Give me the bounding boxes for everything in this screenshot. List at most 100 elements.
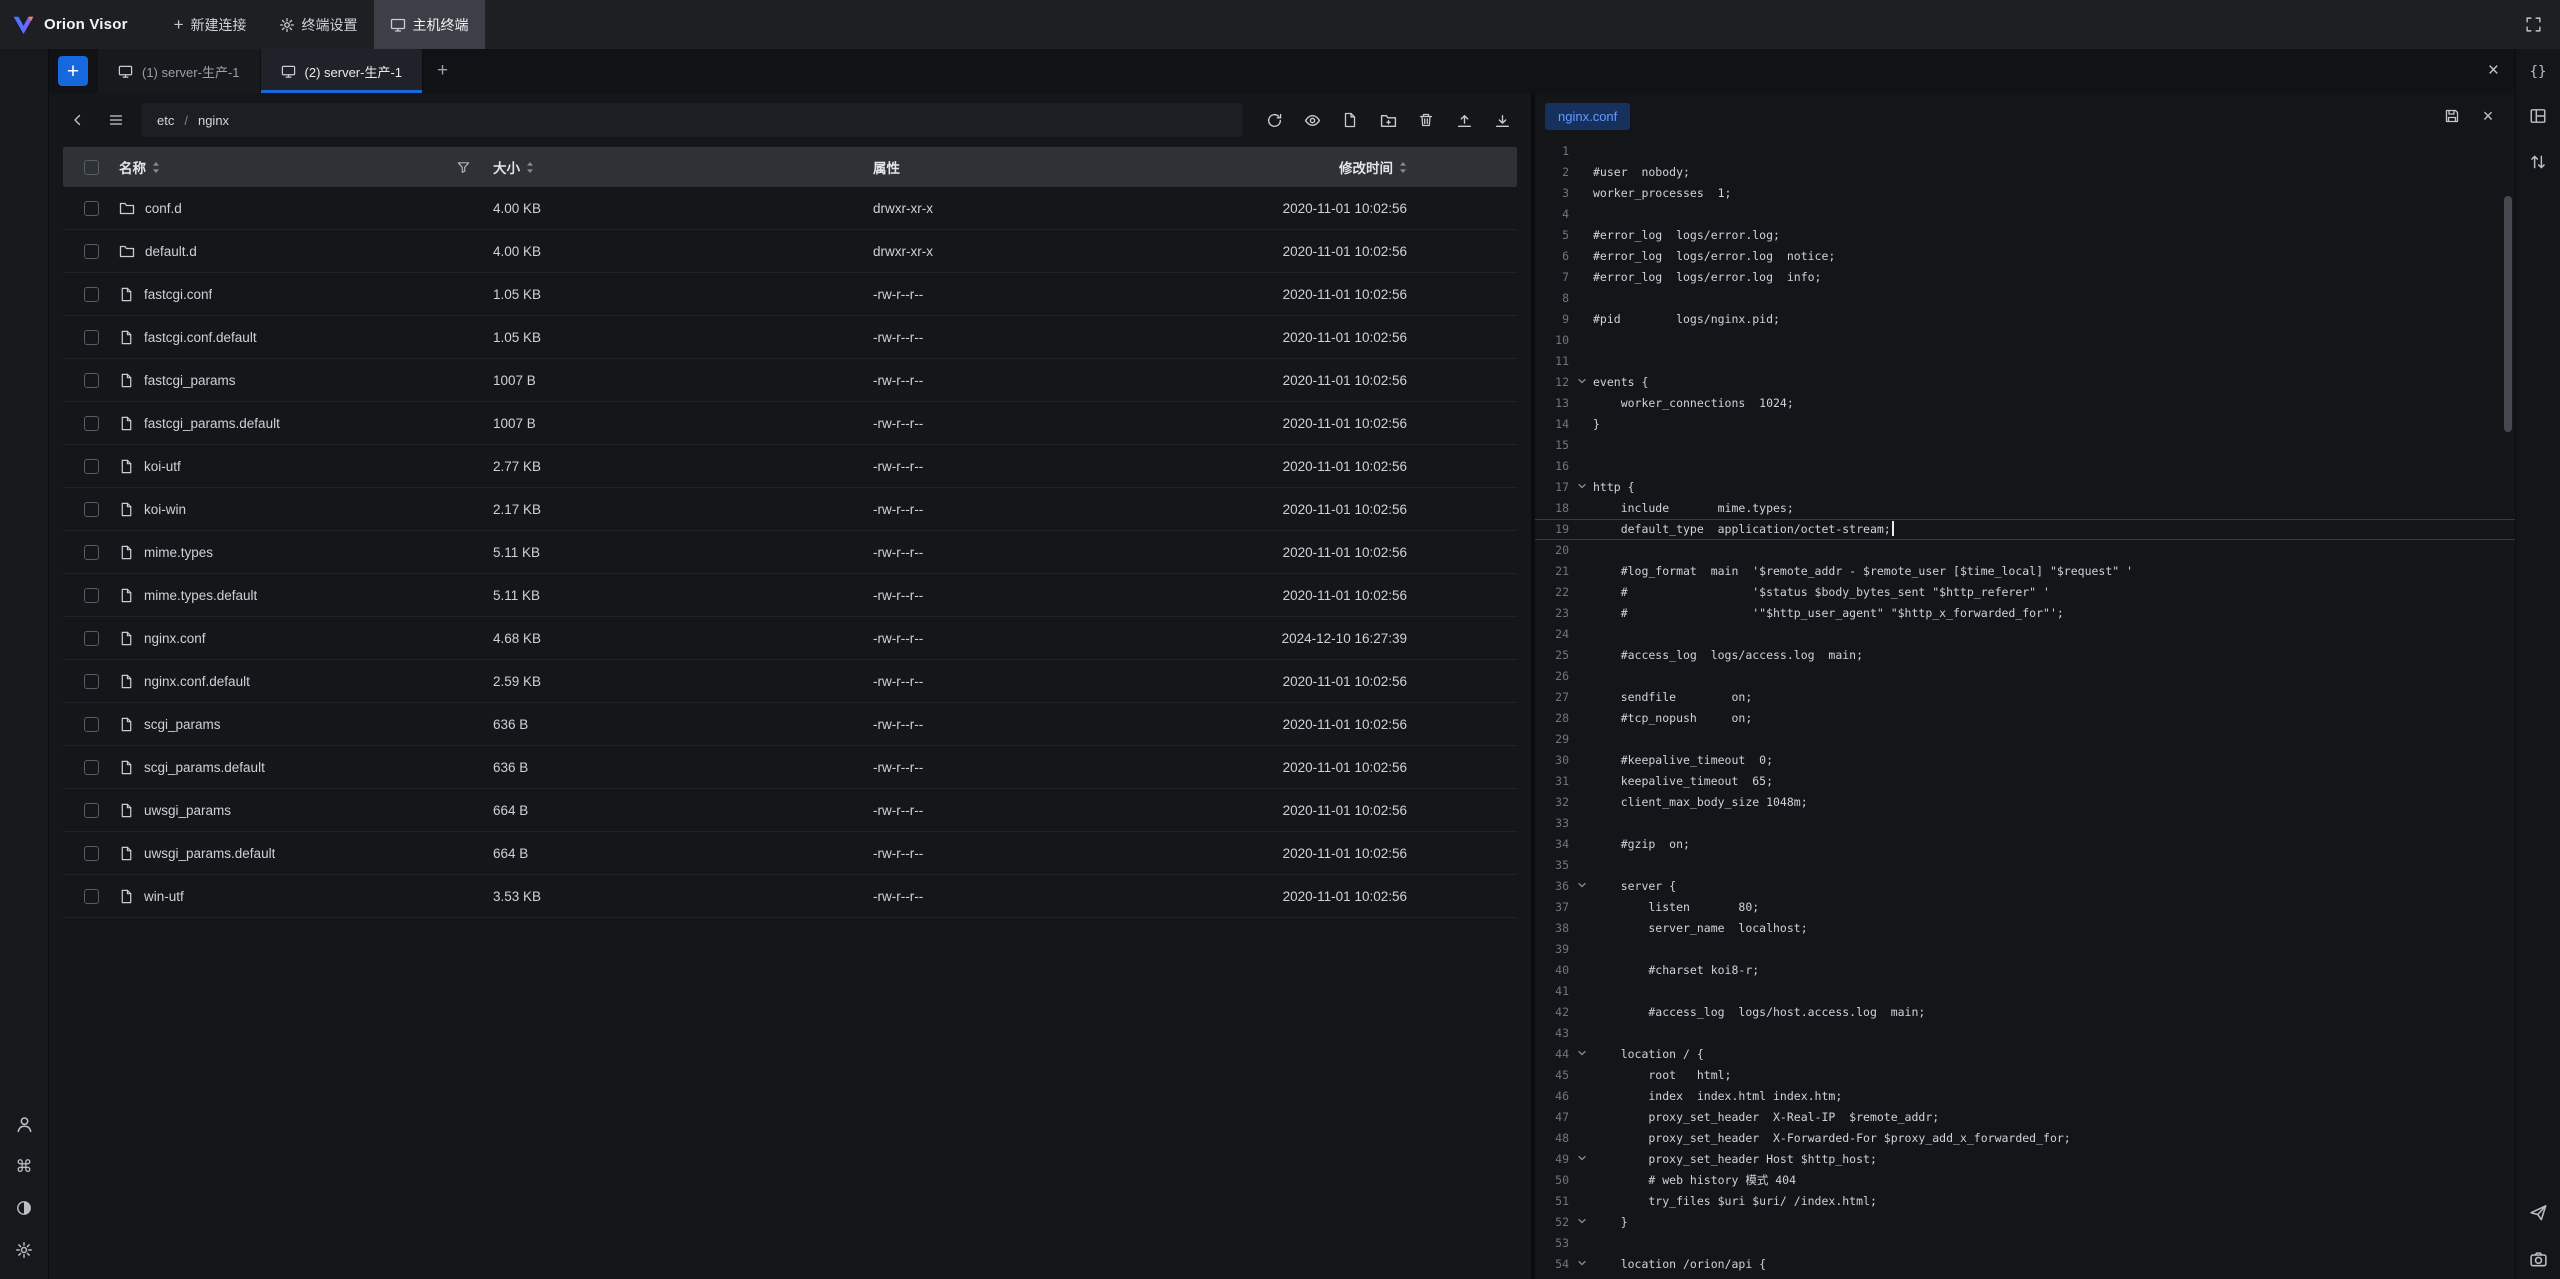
- sort-name-icon[interactable]: [152, 161, 160, 174]
- file-name[interactable]: scgi_params.default: [144, 760, 265, 775]
- file-row[interactable]: nginx.conf.default 2.59 KB -rw-r--r-- 20…: [63, 660, 1517, 703]
- file-name[interactable]: conf.d: [145, 201, 182, 216]
- row-checkbox[interactable]: [84, 201, 99, 216]
- file-row[interactable]: scgi_params 636 B -rw-r--r-- 2020-11-01 …: [63, 703, 1517, 746]
- filter-icon[interactable]: [456, 160, 471, 175]
- download-icon[interactable]: [1487, 105, 1517, 135]
- fold-chevron-icon[interactable]: [1577, 372, 1587, 393]
- file-row[interactable]: fastcgi_params 1007 B -rw-r--r-- 2020-11…: [63, 359, 1517, 402]
- fold-chevron-icon[interactable]: [1577, 876, 1587, 897]
- file-row[interactable]: uwsgi_params 664 B -rw-r--r-- 2020-11-01…: [63, 789, 1517, 832]
- row-checkbox[interactable]: [84, 416, 99, 431]
- file-row[interactable]: nginx.conf 4.68 KB -rw-r--r-- 2024-12-10…: [63, 617, 1517, 660]
- screenshot-camera-icon[interactable]: [2529, 1250, 2548, 1269]
- editor-close-icon[interactable]: ×: [2475, 103, 2501, 129]
- refresh-icon[interactable]: [1259, 105, 1289, 135]
- json-braces-icon[interactable]: {}: [2530, 65, 2547, 79]
- user-icon[interactable]: [15, 1115, 34, 1134]
- row-checkbox[interactable]: [84, 373, 99, 388]
- fold-chevron-icon[interactable]: [1577, 1044, 1587, 1065]
- terminal-tab[interactable]: (2) server-生产-1: [261, 49, 424, 93]
- file-row[interactable]: win-utf 3.53 KB -rw-r--r-- 2020-11-01 10…: [63, 875, 1517, 918]
- file-name[interactable]: nginx.conf.default: [144, 674, 250, 689]
- menu-terminal-settings[interactable]: 终端设置: [263, 0, 374, 49]
- file-row[interactable]: scgi_params.default 636 B -rw-r--r-- 202…: [63, 746, 1517, 789]
- file-row[interactable]: default.d 4.00 KB drwxr-xr-x 2020-11-01 …: [63, 230, 1517, 273]
- file-row[interactable]: mime.types 5.11 KB -rw-r--r-- 2020-11-01…: [63, 531, 1517, 574]
- breadcrumb-item-etc[interactable]: etc: [157, 113, 174, 128]
- file-row[interactable]: uwsgi_params.default 664 B -rw-r--r-- 20…: [63, 832, 1517, 875]
- file-row[interactable]: fastcgi.conf.default 1.05 KB -rw-r--r-- …: [63, 316, 1517, 359]
- close-icon[interactable]: ×: [2484, 60, 2503, 82]
- row-checkbox[interactable]: [84, 502, 99, 517]
- file-name[interactable]: nginx.conf: [144, 631, 206, 646]
- swap-vertical-icon[interactable]: [2529, 153, 2547, 171]
- file-name[interactable]: fastcgi_params.default: [144, 416, 280, 431]
- new-terminal-button[interactable]: +: [58, 56, 88, 86]
- file-row[interactable]: mime.types.default 5.11 KB -rw-r--r-- 20…: [63, 574, 1517, 617]
- row-checkbox[interactable]: [84, 717, 99, 732]
- file-name[interactable]: default.d: [145, 244, 197, 259]
- command-icon[interactable]: ⌘: [16, 1158, 33, 1175]
- menu-new-connection[interactable]: + 新建连接: [158, 0, 263, 49]
- file-name[interactable]: mime.types: [144, 545, 213, 560]
- row-checkbox[interactable]: [84, 889, 99, 904]
- file-name[interactable]: koi-win: [144, 502, 186, 517]
- file-row[interactable]: fastcgi.conf 1.05 KB -rw-r--r-- 2020-11-…: [63, 273, 1517, 316]
- file-name[interactable]: win-utf: [144, 889, 184, 904]
- code-editor[interactable]: 1 2: [1535, 139, 2515, 1279]
- file-name[interactable]: fastcgi.conf.default: [144, 330, 257, 345]
- file-row[interactable]: koi-utf 2.77 KB -rw-r--r-- 2020-11-01 10…: [63, 445, 1517, 488]
- fold-chevron-icon[interactable]: [1577, 477, 1587, 498]
- row-checkbox[interactable]: [84, 674, 99, 689]
- row-checkbox[interactable]: [84, 330, 99, 345]
- row-checkbox[interactable]: [84, 803, 99, 818]
- row-checkbox[interactable]: [84, 287, 99, 302]
- new-file-icon[interactable]: [1335, 105, 1365, 135]
- fold-chevron-icon[interactable]: [1577, 1212, 1587, 1233]
- file-name[interactable]: uwsgi_params: [144, 803, 231, 818]
- show-hidden-eye-icon[interactable]: [1297, 105, 1327, 135]
- editor-file-tab[interactable]: nginx.conf: [1545, 103, 1630, 130]
- row-checkbox[interactable]: [84, 846, 99, 861]
- list-view-icon[interactable]: [101, 105, 131, 135]
- new-folder-icon[interactable]: [1373, 105, 1403, 135]
- file-name[interactable]: fastcgi_params: [144, 373, 236, 388]
- file-size: 2.17 KB: [493, 502, 873, 517]
- sort-size-icon[interactable]: [526, 161, 534, 174]
- upload-icon[interactable]: [1449, 105, 1479, 135]
- save-icon[interactable]: [2439, 103, 2465, 129]
- row-checkbox[interactable]: [84, 459, 99, 474]
- fullscreen-icon[interactable]: [2520, 12, 2546, 38]
- row-checkbox[interactable]: [84, 760, 99, 775]
- file-perms: -rw-r--r--: [873, 803, 1253, 818]
- delete-trash-icon[interactable]: [1411, 105, 1441, 135]
- breadcrumb-item-nginx[interactable]: nginx: [198, 113, 229, 128]
- row-checkbox[interactable]: [84, 588, 99, 603]
- send-command-icon[interactable]: [2529, 1203, 2548, 1222]
- settings-gear-icon[interactable]: [15, 1241, 33, 1259]
- menu-host-terminal[interactable]: 主机终端: [374, 0, 485, 49]
- layout-panels-icon[interactable]: [2529, 107, 2547, 125]
- file-name[interactable]: koi-utf: [144, 459, 181, 474]
- theme-icon[interactable]: [15, 1199, 33, 1217]
- add-tab-button[interactable]: +: [423, 60, 462, 82]
- fold-chevron-icon[interactable]: [1577, 1254, 1587, 1275]
- row-checkbox[interactable]: [84, 631, 99, 646]
- back-button[interactable]: [63, 105, 93, 135]
- file-name[interactable]: uwsgi_params.default: [144, 846, 275, 861]
- row-checkbox[interactable]: [84, 244, 99, 259]
- file-row[interactable]: conf.d 4.00 KB drwxr-xr-x 2020-11-01 10:…: [63, 187, 1517, 230]
- row-checkbox[interactable]: [84, 545, 99, 560]
- file-name[interactable]: scgi_params: [144, 717, 221, 732]
- file-row[interactable]: koi-win 2.17 KB -rw-r--r-- 2020-11-01 10…: [63, 488, 1517, 531]
- editor-scrollbar[interactable]: [2504, 196, 2512, 432]
- file-name[interactable]: fastcgi.conf: [144, 287, 212, 302]
- select-all-checkbox[interactable]: [84, 160, 99, 175]
- fold-chevron-icon[interactable]: [1577, 1149, 1587, 1170]
- file-name[interactable]: mime.types.default: [144, 588, 257, 603]
- terminal-tab[interactable]: (1) server-生产-1: [98, 49, 261, 93]
- sort-mtime-icon[interactable]: [1399, 161, 1407, 174]
- file-row[interactable]: fastcgi_params.default 1007 B -rw-r--r--…: [63, 402, 1517, 445]
- line-number: 53: [1535, 1233, 1571, 1254]
